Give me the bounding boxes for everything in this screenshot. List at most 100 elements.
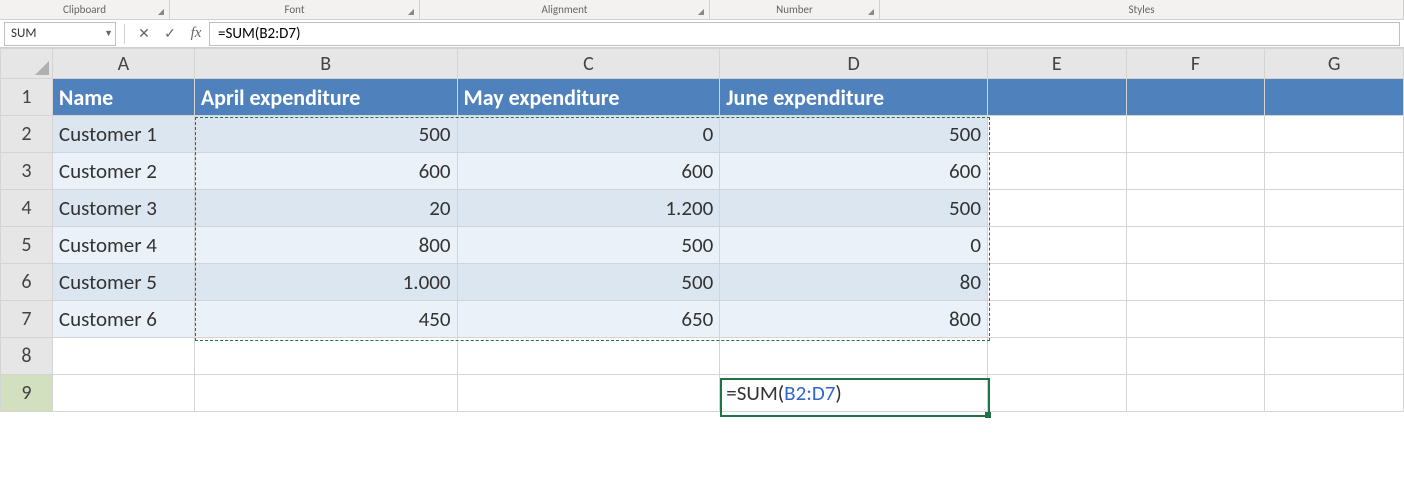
cell[interactable] [1126,227,1265,264]
row-header[interactable]: 7 [1,301,53,338]
cancel-formula-button[interactable]: ✕ [131,22,157,46]
row-header[interactable]: 5 [1,227,53,264]
cell[interactable] [1265,79,1404,116]
cell[interactable] [987,116,1126,153]
cell[interactable] [457,375,720,412]
cell[interactable] [194,338,457,375]
column-header[interactable]: F [1126,49,1265,79]
cell[interactable]: June expenditure [720,79,988,116]
cell[interactable]: 500 [457,264,720,301]
cell[interactable] [1265,338,1404,375]
cell[interactable]: 450 [194,301,457,338]
row-header[interactable]: 8 [1,338,53,375]
cell[interactable] [987,338,1126,375]
formula-input[interactable] [209,22,1400,46]
cell[interactable] [1126,190,1265,227]
cell[interactable] [1265,227,1404,264]
cell[interactable]: 600 [457,153,720,190]
column-header[interactable]: G [1265,49,1404,79]
dialog-launcher-icon[interactable]: ◢ [696,7,706,17]
cell[interactable] [194,375,457,412]
cell[interactable] [987,190,1126,227]
cell[interactable]: 0 [457,116,720,153]
row-header[interactable]: 4 [1,190,53,227]
cell[interactable]: April expenditure [194,79,457,116]
ribbon-group-font: Font ◢ [170,0,420,19]
cell[interactable] [52,375,194,412]
dialog-launcher-icon[interactable]: ◢ [866,7,876,17]
ribbon-group-label: Number [776,3,813,16]
cell[interactable]: 1.000 [194,264,457,301]
cell[interactable]: 500 [720,116,988,153]
cell[interactable]: Customer 5 [52,264,194,301]
cell[interactable] [1265,264,1404,301]
cell[interactable]: 500 [457,227,720,264]
insert-function-button[interactable]: fx [183,22,209,46]
cell[interactable]: 800 [194,227,457,264]
cell-formula-text: =SUM(B2:D7) [726,380,842,406]
row-header[interactable]: 9 [1,375,53,412]
cell[interactable] [987,375,1126,412]
dialog-launcher-icon[interactable]: ◢ [406,7,416,17]
cell[interactable] [987,153,1126,190]
cell[interactable] [52,338,194,375]
cell[interactable] [987,301,1126,338]
cell[interactable]: 800 [720,301,988,338]
cell[interactable] [1265,375,1404,412]
cell[interactable] [987,79,1126,116]
cell[interactable] [1126,338,1265,375]
cell[interactable]: Customer 6 [52,301,194,338]
ribbon-group-label: Font [284,3,304,16]
cell[interactable]: May expenditure [457,79,720,116]
row-header[interactable]: 2 [1,116,53,153]
cell[interactable]: Name [52,79,194,116]
cell[interactable]: Customer 2 [52,153,194,190]
cell[interactable] [1126,375,1265,412]
cell[interactable]: Customer 4 [52,227,194,264]
active-cell[interactable]: =SUM(B2:D7) [720,375,988,412]
cell[interactable] [1126,153,1265,190]
separator [124,24,125,44]
cell[interactable]: 20 [194,190,457,227]
ribbon-group-labels: Clipboard ◢ Font ◢ Alignment ◢ Number ◢ … [0,0,1404,20]
cell[interactable] [457,338,720,375]
cell[interactable] [720,338,988,375]
select-all-corner[interactable] [1,49,53,79]
cell[interactable]: 0 [720,227,988,264]
column-header[interactable]: C [457,49,720,79]
column-header[interactable]: A [52,49,194,79]
grid-container: A B C D E F G 1 Name April expenditure M… [0,48,1404,412]
chevron-down-icon[interactable]: ▼ [104,28,113,39]
cell[interactable] [1126,264,1265,301]
cell[interactable] [1265,153,1404,190]
cell[interactable] [987,264,1126,301]
ribbon-group-alignment: Alignment ◢ [420,0,710,19]
cell[interactable]: 500 [720,190,988,227]
column-header[interactable]: B [194,49,457,79]
cell[interactable] [1265,301,1404,338]
cell[interactable] [1126,301,1265,338]
cell[interactable]: 600 [720,153,988,190]
spreadsheet-grid[interactable]: A B C D E F G 1 Name April expenditure M… [0,48,1404,412]
cell[interactable] [1126,79,1265,116]
column-header[interactable]: D [720,49,988,79]
cell[interactable]: 600 [194,153,457,190]
cell[interactable] [1265,190,1404,227]
enter-formula-button[interactable]: ✓ [157,22,183,46]
cell[interactable] [1265,116,1404,153]
name-box[interactable]: SUM ▼ [4,22,116,46]
row-header[interactable]: 1 [1,79,53,116]
cell[interactable]: 650 [457,301,720,338]
dialog-launcher-icon[interactable]: ◢ [156,7,166,17]
cell[interactable]: 80 [720,264,988,301]
cell[interactable]: 500 [194,116,457,153]
cell[interactable] [987,227,1126,264]
row-header[interactable]: 6 [1,264,53,301]
row-header[interactable]: 3 [1,153,53,190]
cell[interactable]: Customer 1 [52,116,194,153]
cell[interactable]: Customer 3 [52,190,194,227]
cell[interactable] [1126,116,1265,153]
ribbon-group-clipboard: Clipboard ◢ [0,0,170,19]
cell[interactable]: 1.200 [457,190,720,227]
column-header[interactable]: E [987,49,1126,79]
